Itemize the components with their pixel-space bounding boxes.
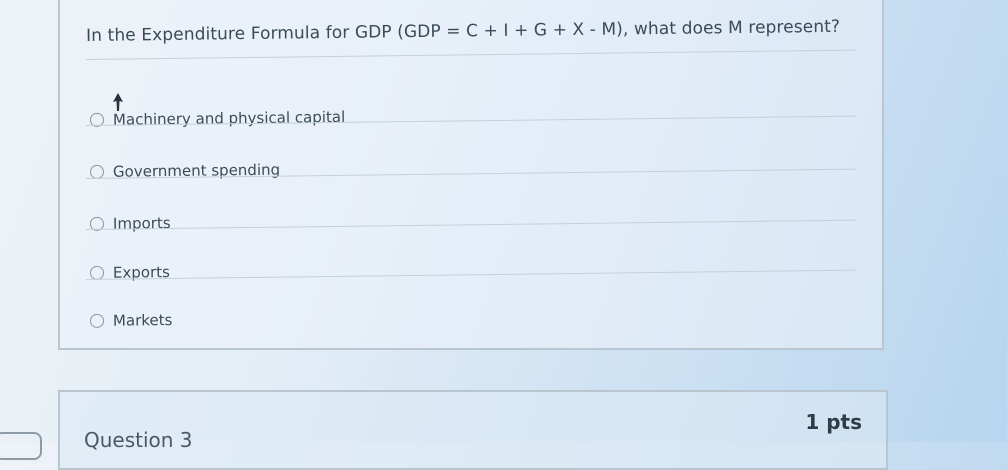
answer-option-1[interactable]: Machinery and physical capital — [89, 107, 346, 129]
answer-label-5: Markets — [112, 310, 173, 330]
mouse-pointer-icon — [113, 93, 123, 111]
divider — [85, 269, 856, 280]
radio-button-5[interactable] — [89, 313, 105, 328]
question-card: In the Expenditure Formula for GDP (GDP … — [58, 0, 884, 350]
answer-option-3[interactable]: Imports — [89, 214, 171, 233]
answer-label-1: Machinery and physical capital — [112, 107, 346, 129]
next-question-title: Question 3 — [84, 428, 193, 452]
divider — [85, 219, 856, 230]
partial-icon — [0, 432, 42, 460]
answer-label-3: Imports — [112, 214, 171, 233]
answer-option-5[interactable]: Markets — [89, 310, 173, 330]
next-question-card: Question 3 1 pts — [58, 390, 888, 470]
question-text: In the Expenditure Formula for GDP (GDP … — [86, 16, 841, 46]
points-badge: 1 pts — [805, 410, 862, 434]
divider — [85, 49, 856, 60]
